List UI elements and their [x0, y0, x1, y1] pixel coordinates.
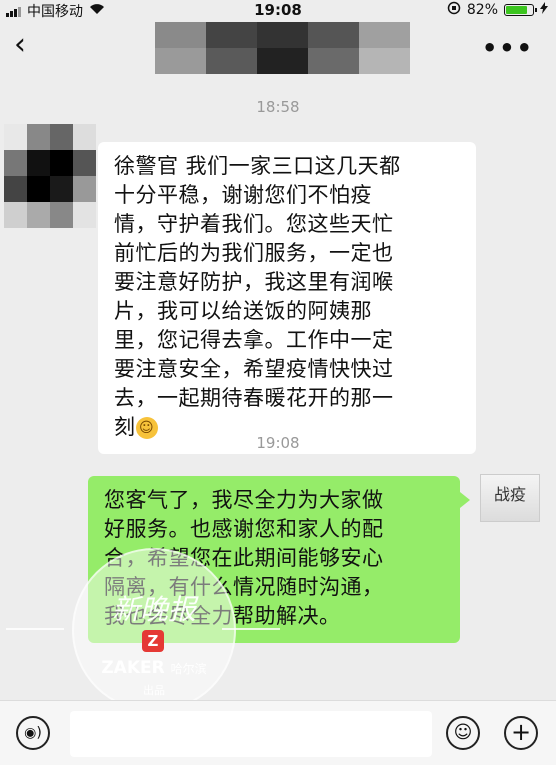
watermark-brand: ZAKER 哈尔滨 — [74, 658, 234, 678]
chat-title-redacted — [155, 22, 410, 74]
message-line: 要注意好防护，我这里有润喉 — [114, 270, 394, 294]
message-line: 要注意安全，希望疫情快快过 — [114, 357, 394, 381]
more-options-button[interactable]: ••• — [482, 34, 534, 62]
status-bar: 中国移动 19:08 82% — [0, 0, 556, 20]
message-line: 十分平稳，谢谢您们不怕疫 — [114, 183, 372, 207]
message-line: 徐警官 我们一家三口这几天都 — [114, 154, 401, 178]
message-line: 情，守护着我们。您这些天忙 — [114, 212, 394, 236]
own-avatar[interactable]: 战疫 — [480, 474, 540, 522]
watermark-sub: 出品 — [143, 684, 165, 697]
message-line: 片，我可以给送饭的阿姨那 — [114, 299, 372, 323]
more-icon: ••• — [481, 34, 534, 62]
watermark-line — [6, 628, 64, 630]
watermark-city: 哈尔滨 — [170, 662, 207, 676]
voice-icon: ◉) — [24, 725, 42, 741]
charging-icon — [540, 2, 548, 18]
emoji-button[interactable]: ☺ — [446, 716, 480, 750]
chat-header: ‹ ••• — [0, 20, 556, 76]
message-line: 合，希望您在此期间能够安心 — [104, 546, 384, 570]
status-right: 82% — [447, 1, 548, 19]
sender-avatar[interactable] — [4, 124, 96, 228]
message-line: 去，一起期待春暖花开的那一 — [114, 386, 394, 410]
avatar-text: 战疫 — [493, 485, 526, 504]
watermark-line — [222, 628, 280, 630]
rotation-lock-icon — [447, 1, 461, 19]
chevron-left-icon: ‹ — [14, 27, 26, 62]
message-line: 好服务。也感谢您和家人的配 — [104, 517, 384, 541]
emoji-icon: ☺ — [453, 722, 473, 743]
message-timestamp: 18:58 — [256, 98, 300, 116]
message-line: 里，您记得去拿。工作中一定 — [114, 328, 394, 352]
back-button[interactable]: ‹ — [14, 30, 26, 60]
message-line: 前忙后的为我们服务，一定也 — [114, 241, 394, 265]
message-timestamp: 19:08 — [256, 434, 300, 452]
watermark-brand-name: ZAKER — [101, 658, 165, 678]
message-line: 我也会尽全力帮助解决。 — [104, 604, 341, 628]
input-bar: ◉) ☺ + — [0, 700, 556, 765]
incoming-message-bubble[interactable]: 徐警官 我们一家三口这几天都 十分平稳，谢谢您们不怕疫 情，守护着我们。您这些天… — [98, 142, 476, 454]
battery-icon — [504, 4, 537, 16]
voice-input-button[interactable]: ◉) — [16, 716, 50, 750]
message-line: 您客气了，我尽全力为大家做 — [104, 488, 384, 512]
message-line: 隔离，有什么情况随时沟通， — [104, 575, 384, 599]
message-input[interactable] — [70, 711, 432, 757]
plus-icon: + — [510, 718, 532, 746]
battery-fill — [506, 6, 527, 14]
more-actions-button[interactable]: + — [504, 716, 538, 750]
outgoing-message-bubble[interactable]: 您客气了，我尽全力为大家做 好服务。也感谢您和家人的配 合，希望您在此期间能够安… — [88, 476, 470, 643]
battery-percent: 82% — [466, 2, 498, 18]
